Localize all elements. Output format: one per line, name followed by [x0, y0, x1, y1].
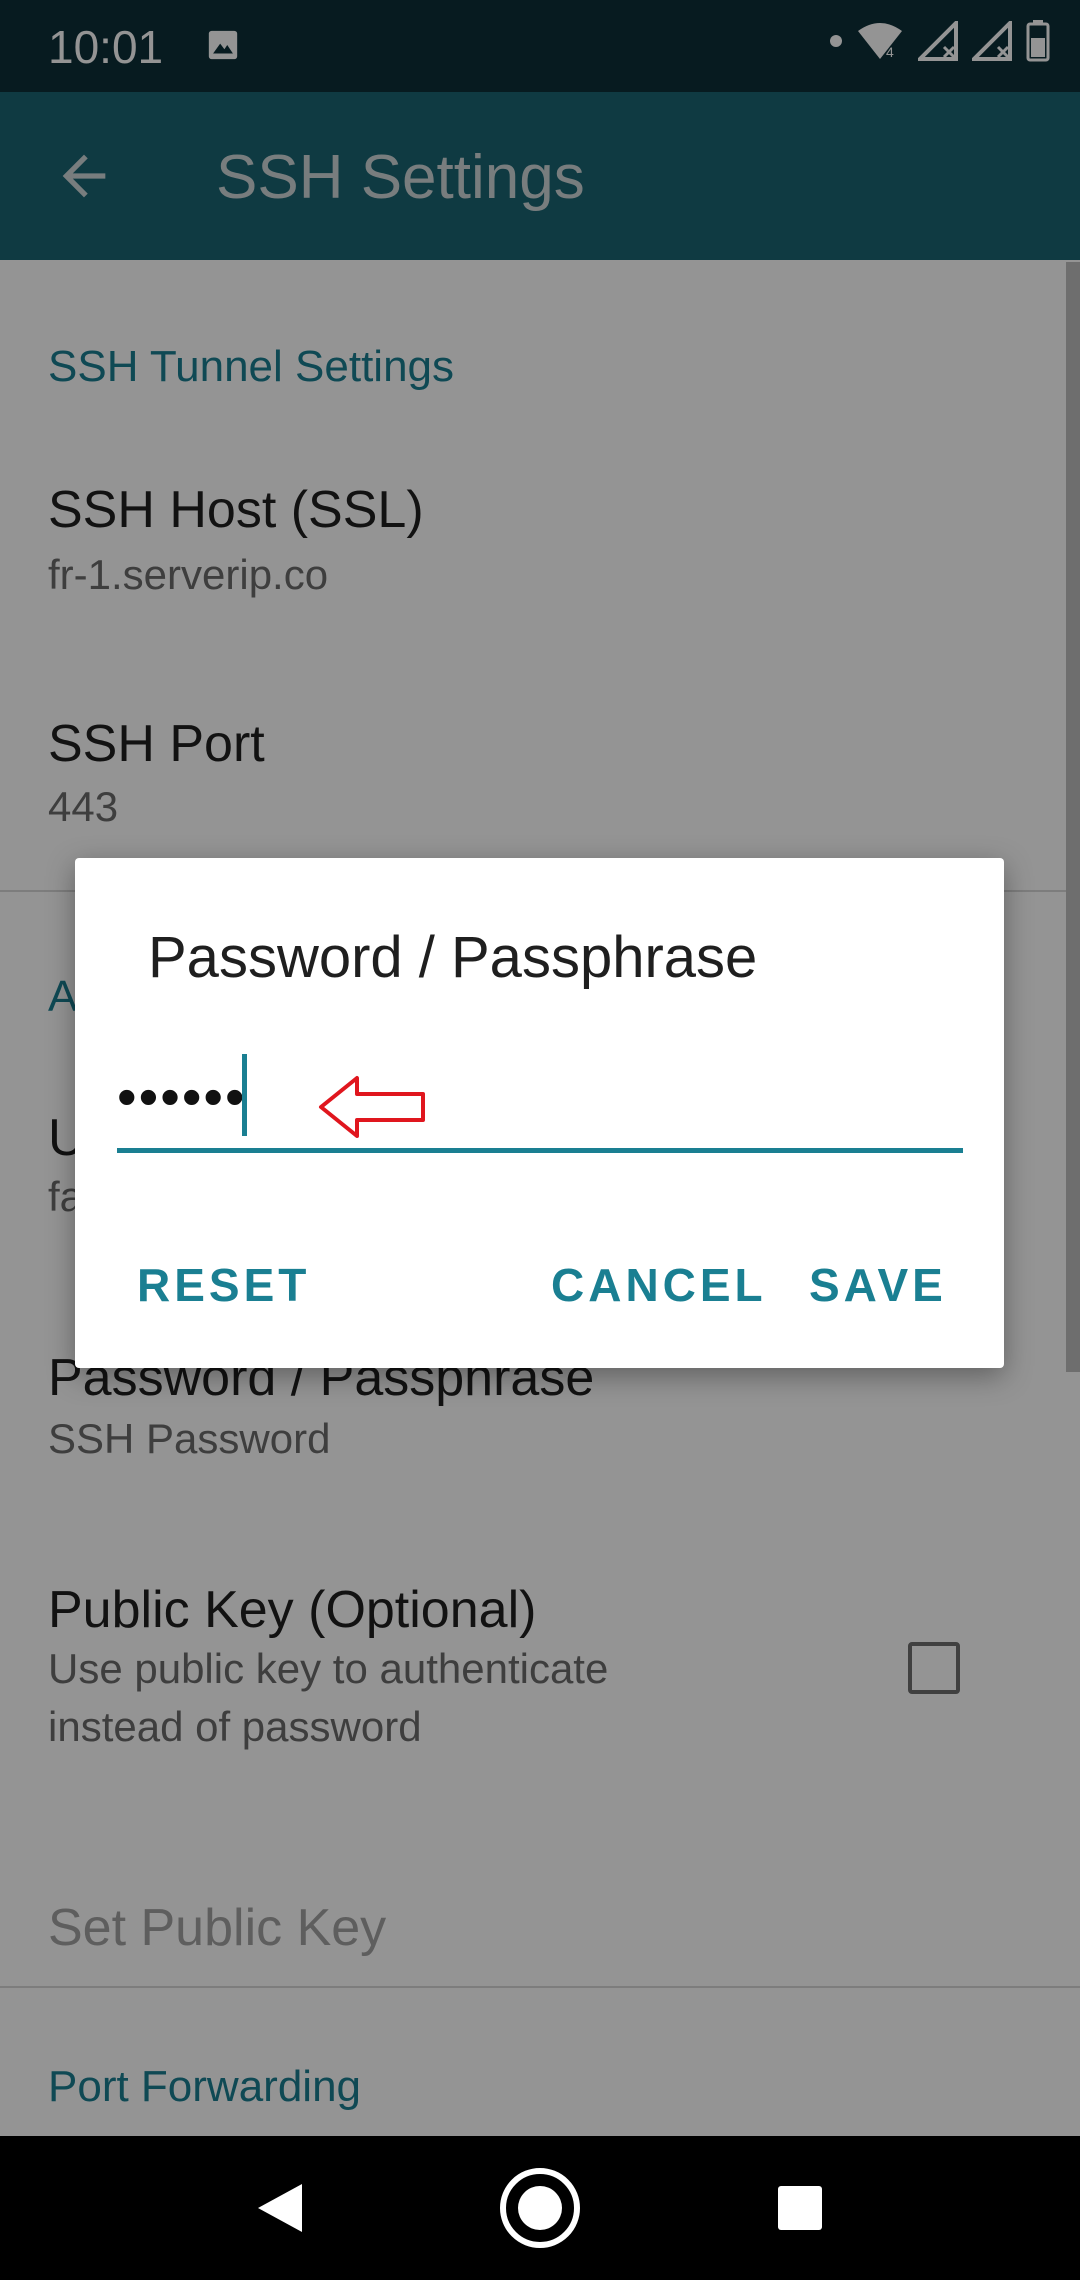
nav-home-icon[interactable]	[498, 2166, 582, 2250]
nav-recents-icon[interactable]	[776, 2184, 824, 2232]
password-input-value: ••••••	[117, 1065, 247, 1128]
save-button[interactable]: SAVE	[809, 1258, 947, 1312]
cancel-button[interactable]: CANCEL	[551, 1258, 767, 1312]
dialog-title: Password / Passphrase	[148, 925, 758, 990]
nav-back-icon[interactable]	[254, 2180, 310, 2236]
text-cursor	[242, 1054, 247, 1136]
navigation-bar	[0, 2136, 1080, 2280]
reset-button[interactable]: RESET	[137, 1258, 310, 1312]
password-dialog: Password / Passphrase •••••• RESET CANCE…	[75, 858, 1004, 1368]
annotation-arrow-icon	[319, 1076, 425, 1138]
password-input[interactable]: ••••••	[117, 1054, 963, 1153]
